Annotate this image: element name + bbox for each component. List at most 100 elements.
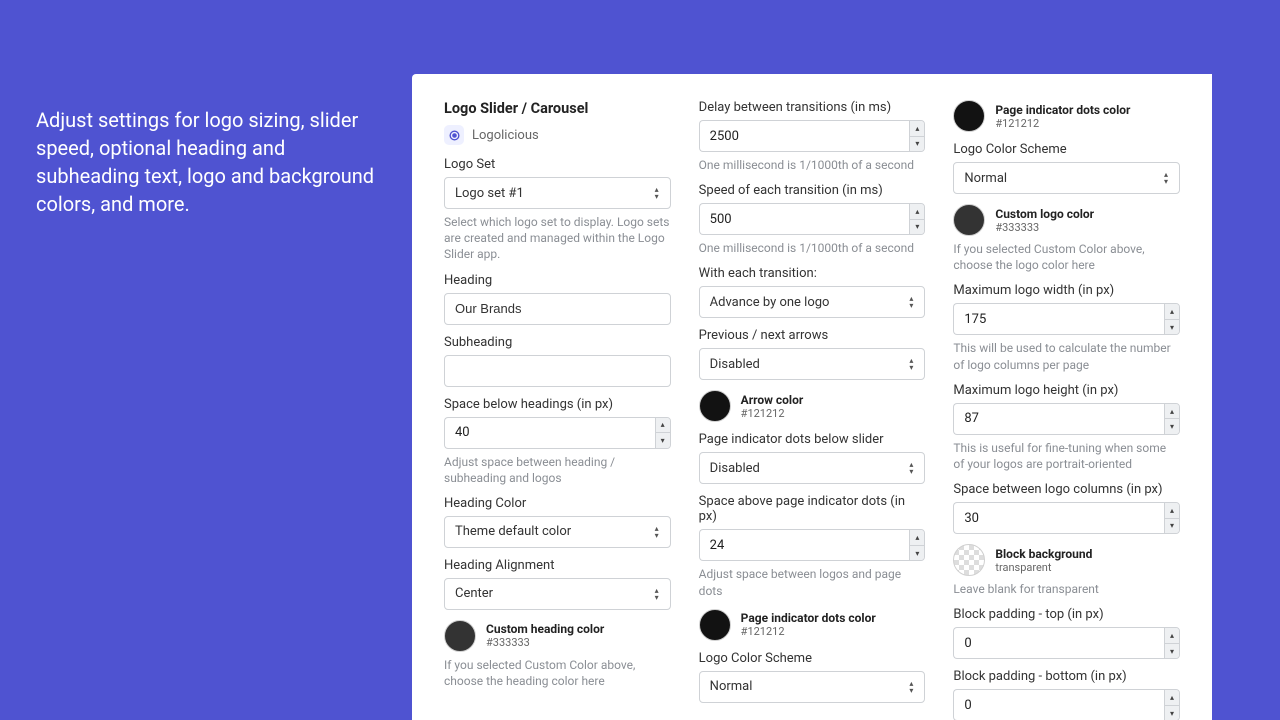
stepper-up-icon[interactable]: ▴ bbox=[656, 418, 670, 434]
stepper-down-icon[interactable]: ▾ bbox=[1165, 320, 1179, 335]
select-caret-icon bbox=[1159, 171, 1173, 185]
color-value: #333333 bbox=[995, 221, 1094, 234]
select-caret-icon bbox=[650, 186, 664, 200]
max-height-label: Maximum logo height (in px) bbox=[953, 383, 1180, 398]
color-swatch bbox=[953, 204, 985, 236]
delay-help: One millisecond is 1/1000th of a second bbox=[699, 157, 926, 173]
select-caret-icon bbox=[904, 295, 918, 309]
stepper-up-icon[interactable]: ▴ bbox=[1165, 404, 1179, 420]
max-width-help: This will be used to calculate the numbe… bbox=[953, 340, 1180, 372]
scheme-label-2: Logo Color Scheme bbox=[953, 142, 1180, 157]
pad-top-input[interactable]: 0 bbox=[953, 627, 1164, 659]
delay-input[interactable]: 2500 bbox=[699, 120, 910, 152]
color-name: Block background bbox=[995, 547, 1092, 561]
arrows-select[interactable]: Disabled bbox=[699, 348, 926, 380]
heading-align-select[interactable]: Center bbox=[444, 578, 671, 610]
stepper-down-icon[interactable]: ▾ bbox=[1165, 706, 1179, 720]
max-width-label: Maximum logo width (in px) bbox=[953, 283, 1180, 298]
stepper-down-icon[interactable]: ▾ bbox=[1165, 644, 1179, 659]
app-icon bbox=[444, 125, 464, 145]
logo-set-value: Logo set #1 bbox=[455, 186, 524, 201]
col-space-input[interactable]: 30 bbox=[953, 502, 1164, 534]
logo-set-label: Logo Set bbox=[444, 157, 671, 172]
scheme-value: Normal bbox=[710, 679, 753, 694]
col-space-label: Space between logo columns (in px) bbox=[953, 482, 1180, 497]
color-swatch bbox=[444, 620, 476, 652]
space-below-input[interactable]: 40 bbox=[444, 417, 655, 449]
custom-heading-color-picker[interactable]: Custom heading color #333333 bbox=[444, 620, 671, 652]
dots-color-picker-2[interactable]: Page indicator dots color #121212 bbox=[953, 100, 1180, 132]
stepper-up-icon[interactable]: ▴ bbox=[1165, 690, 1179, 706]
color-swatch bbox=[953, 100, 985, 132]
marketing-copy: Adjust settings for logo sizing, slider … bbox=[36, 106, 386, 218]
color-value: #121212 bbox=[741, 625, 876, 638]
dots-value: Disabled bbox=[710, 461, 760, 476]
arrows-label: Previous / next arrows bbox=[699, 328, 926, 343]
heading-align-value: Center bbox=[455, 586, 493, 601]
color-swatch-transparent bbox=[953, 544, 985, 576]
settings-column-2: Delay between transitions (in ms) 2500 ▴… bbox=[699, 100, 926, 710]
max-height-help: This is useful for fine-tuning when some… bbox=[953, 440, 1180, 472]
stepper-down-icon[interactable]: ▾ bbox=[1165, 419, 1179, 434]
stepper-up-icon[interactable]: ▴ bbox=[1165, 304, 1179, 320]
pad-bottom-input[interactable]: 0 bbox=[953, 689, 1164, 720]
color-value: #121212 bbox=[995, 117, 1130, 130]
stepper-down-icon[interactable]: ▾ bbox=[910, 137, 924, 152]
delay-label: Delay between transitions (in ms) bbox=[699, 100, 926, 115]
select-caret-icon bbox=[904, 680, 918, 694]
heading-align-label: Heading Alignment bbox=[444, 558, 671, 573]
speed-help: One millisecond is 1/1000th of a second bbox=[699, 240, 926, 256]
dots-label: Page indicator dots below slider bbox=[699, 432, 926, 447]
pad-top-label: Block padding - top (in px) bbox=[953, 607, 1180, 622]
heading-color-value: Theme default color bbox=[455, 524, 571, 539]
heading-color-select[interactable]: Theme default color bbox=[444, 516, 671, 548]
color-name: Page indicator dots color bbox=[995, 103, 1130, 117]
dots-space-help: Adjust space between logos and page dots bbox=[699, 566, 926, 598]
space-below-label: Space below headings (in px) bbox=[444, 397, 671, 412]
color-name: Page indicator dots color bbox=[741, 611, 876, 625]
dots-color-picker[interactable]: Page indicator dots color #121212 bbox=[699, 609, 926, 641]
app-name: Logolicious bbox=[472, 128, 539, 143]
block-bg-picker[interactable]: Block background transparent bbox=[953, 544, 1180, 576]
max-height-input[interactable]: 87 bbox=[953, 403, 1164, 435]
space-below-help: Adjust space between heading / subheadin… bbox=[444, 454, 671, 486]
heading-color-label: Heading Color bbox=[444, 496, 671, 511]
color-name: Arrow color bbox=[741, 393, 804, 407]
app-identity: Logolicious bbox=[444, 125, 671, 145]
settings-column-1: Logo Slider / Carousel Logolicious Logo … bbox=[444, 100, 671, 710]
select-caret-icon bbox=[904, 461, 918, 475]
dots-select[interactable]: Disabled bbox=[699, 452, 926, 484]
scheme-select[interactable]: Normal bbox=[699, 671, 926, 703]
custom-logo-color-help: If you selected Custom Color above, choo… bbox=[953, 241, 1180, 273]
stepper-up-icon[interactable]: ▴ bbox=[910, 204, 924, 220]
each-transition-value: Advance by one logo bbox=[710, 295, 830, 310]
stepper-down-icon[interactable]: ▾ bbox=[910, 546, 924, 561]
arrow-color-picker[interactable]: Arrow color #121212 bbox=[699, 390, 926, 422]
max-width-input[interactable]: 175 bbox=[953, 303, 1164, 335]
each-transition-label: With each transition: bbox=[699, 266, 926, 281]
color-swatch bbox=[699, 390, 731, 422]
color-value: #121212 bbox=[741, 407, 804, 420]
settings-column-3: Page indicator dots color #121212 Logo C… bbox=[953, 100, 1180, 710]
speed-label: Speed of each transition (in ms) bbox=[699, 183, 926, 198]
color-name: Custom heading color bbox=[486, 622, 604, 636]
stepper-down-icon[interactable]: ▾ bbox=[1165, 519, 1179, 534]
color-swatch bbox=[699, 609, 731, 641]
stepper-up-icon[interactable]: ▴ bbox=[1165, 503, 1179, 519]
scheme-label: Logo Color Scheme bbox=[699, 651, 926, 666]
stepper-up-icon[interactable]: ▴ bbox=[910, 530, 924, 546]
select-caret-icon bbox=[650, 525, 664, 539]
stepper-up-icon[interactable]: ▴ bbox=[1165, 628, 1179, 644]
stepper-down-icon[interactable]: ▾ bbox=[910, 220, 924, 235]
each-transition-select[interactable]: Advance by one logo bbox=[699, 286, 926, 318]
stepper-up-icon[interactable]: ▴ bbox=[910, 121, 924, 137]
logo-set-select[interactable]: Logo set #1 bbox=[444, 177, 671, 209]
dots-space-input[interactable]: 24 bbox=[699, 529, 910, 561]
stepper-down-icon[interactable]: ▾ bbox=[656, 433, 670, 448]
heading-input[interactable] bbox=[444, 293, 671, 325]
scheme-select-2[interactable]: Normal bbox=[953, 162, 1180, 194]
speed-input[interactable]: 500 bbox=[699, 203, 910, 235]
subheading-input[interactable] bbox=[444, 355, 671, 387]
custom-logo-color-picker[interactable]: Custom logo color #333333 bbox=[953, 204, 1180, 236]
color-value: transparent bbox=[995, 561, 1092, 574]
